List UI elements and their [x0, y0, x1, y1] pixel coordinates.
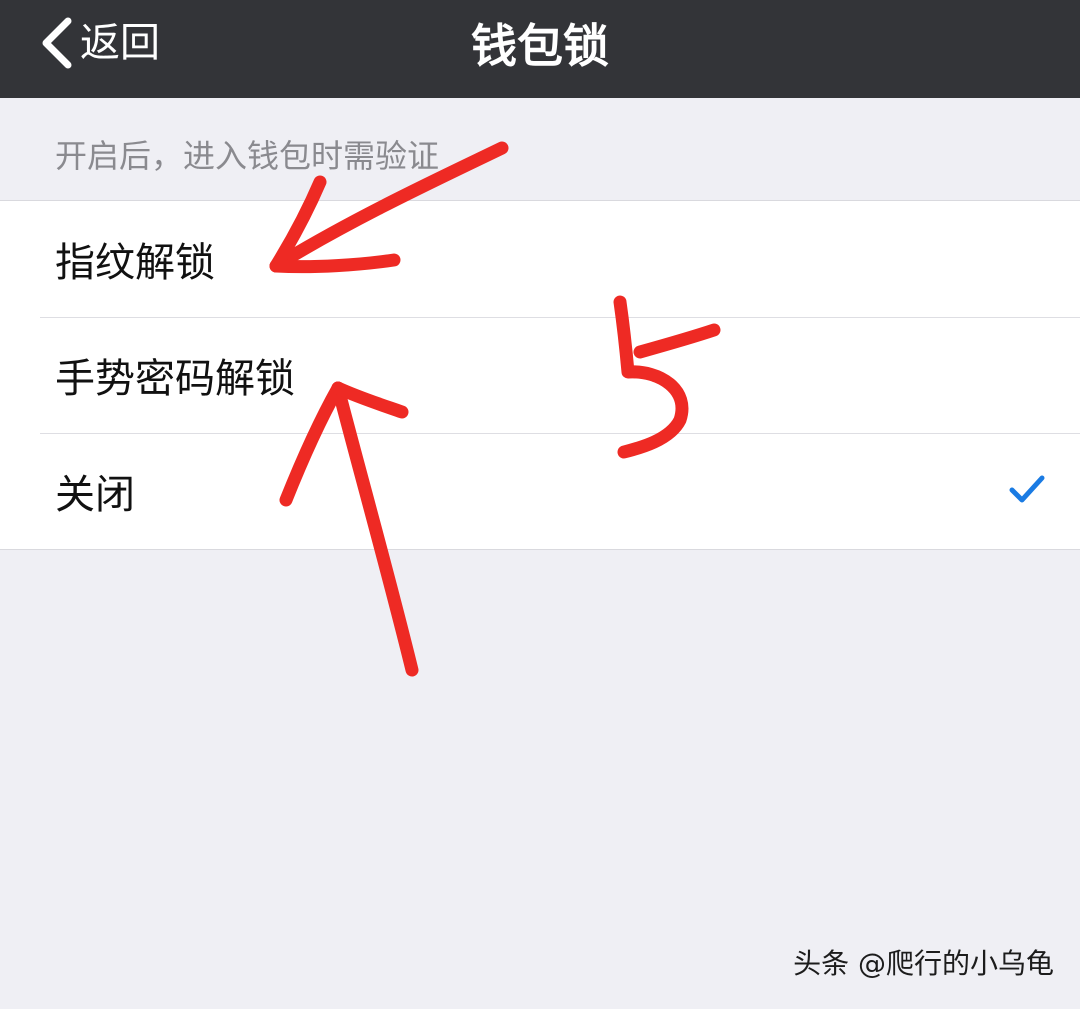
watermark: 头条 @爬行的小乌龟	[793, 947, 1054, 980]
navigation-bar: 返回 钱包锁	[0, 0, 1080, 98]
page-title: 钱包锁	[471, 19, 609, 73]
option-label: 手势密码解锁	[55, 356, 295, 402]
section-header: 开启后，进入钱包时需验证	[55, 137, 440, 175]
option-gesture-password-unlock[interactable]: 手势密码解锁	[0, 317, 1080, 433]
option-off[interactable]: 关闭	[0, 433, 1080, 549]
option-label: 关闭	[55, 472, 135, 518]
checkmark-icon	[1009, 475, 1045, 503]
option-fingerprint-unlock[interactable]: 指纹解锁	[0, 201, 1080, 317]
option-label: 指纹解锁	[55, 240, 215, 286]
lock-options-list: 指纹解锁 手势密码解锁 关闭	[0, 200, 1080, 550]
